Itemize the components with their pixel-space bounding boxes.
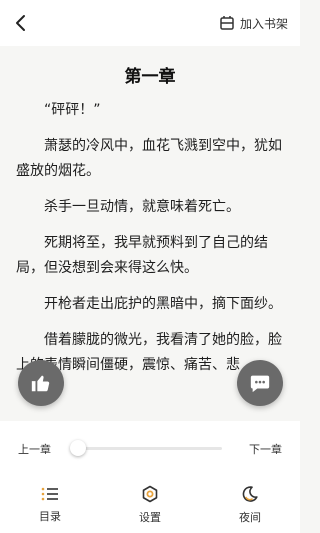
thumbs-up-icon (31, 375, 50, 392)
settings-icon (142, 485, 158, 503)
chapter-navigation: 上一章 下一章 (0, 421, 300, 477)
paragraph: “砰砰！” (44, 102, 101, 118)
night-mode-label: 夜间 (239, 511, 261, 524)
paragraph: 死期将至，我早就预料到了自己的结局，但没想到会来得这么快。 (16, 235, 268, 276)
bottom-panel: 上一章 下一章 目录 设置 夜间 (0, 421, 300, 533)
comment-button[interactable] (237, 360, 283, 406)
catalog-icon (41, 487, 58, 501)
slider-thumb[interactable] (70, 440, 86, 456)
night-mode-button[interactable]: 夜间 (215, 485, 285, 525)
settings-label: 设置 (139, 511, 161, 524)
add-to-shelf-label: 加入书架 (239, 16, 288, 31)
next-chapter-button[interactable]: 下一章 (249, 441, 282, 457)
bottom-toolbar: 目录 设置 夜间 (0, 477, 300, 533)
chat-bubble-icon (250, 375, 270, 393)
settings-button[interactable]: 设置 (115, 485, 185, 525)
chapter-progress-slider[interactable] (78, 447, 222, 450)
bookshelf-icon (220, 16, 234, 30)
paragraph: 萧瑟的冷风中，血花飞溅到空中，犹如盛放的烟花。 (16, 138, 282, 179)
chevron-left-icon (16, 15, 25, 31)
catalog-label: 目录 (39, 510, 61, 523)
chapter-title: 第一章 (124, 67, 176, 87)
paragraph: 开枪者走出庇护的黑暗中，摘下面纱。 (44, 296, 282, 312)
paragraph: 杀手一旦动情，就意味着死亡。 (44, 199, 240, 215)
chapter-content: “砰砰！” 萧瑟的冷风中，血花飞溅到空中，犹如盛放的烟花。 杀手一旦动情，就意味… (16, 98, 286, 389)
back-button[interactable] (10, 12, 32, 34)
like-button[interactable] (18, 360, 64, 406)
night-mode-icon (242, 486, 258, 502)
catalog-button[interactable]: 目录 (15, 486, 85, 524)
previous-chapter-button[interactable]: 上一章 (18, 441, 51, 457)
top-bar: 加入书架 (0, 0, 300, 46)
add-to-shelf-button[interactable]: 加入书架 (219, 12, 288, 34)
